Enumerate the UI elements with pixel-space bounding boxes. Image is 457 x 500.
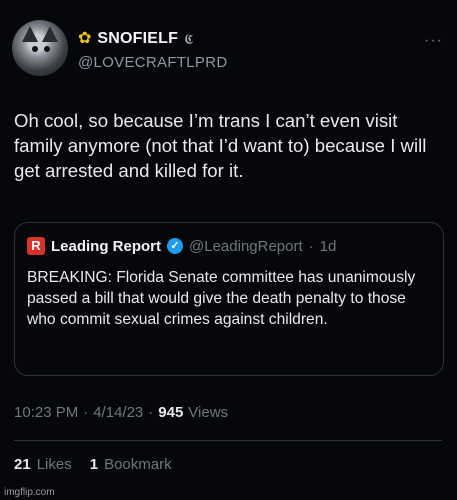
- views-count: 945: [158, 404, 184, 421]
- leading-report-logo-icon: R: [27, 237, 45, 255]
- tweet-text: Oh cool, so because I’m trans I can’t ev…: [14, 110, 427, 181]
- author-name-row: ✿ SNOFIELF 𝕮: [78, 30, 193, 48]
- divider: [14, 440, 442, 441]
- meta-separator: ·: [148, 404, 154, 421]
- tweet-stats: 21 Likes 1 Bookmark: [14, 456, 172, 473]
- avatar-eye-right: [44, 46, 50, 52]
- tweet-time[interactable]: 10:23 PM: [14, 404, 78, 421]
- tweet-header: ✿ SNOFIELF 𝕮 @LOVECRAFTLPRD ···: [12, 20, 445, 82]
- likes-label[interactable]: Likes: [37, 456, 72, 473]
- quoted-tweet-header: R Leading Report ✓ @LeadingReport · 1d: [27, 237, 336, 255]
- avatar-ear-left: [22, 26, 38, 42]
- sunflower-icon: ✿: [78, 30, 92, 47]
- quoted-separator: ·: [308, 237, 314, 255]
- likes-count[interactable]: 21: [14, 456, 31, 473]
- tweet-meta: 10:23 PM · 4/14/23 · 945 Views: [14, 404, 228, 421]
- name-glyph: 𝕮: [184, 30, 194, 47]
- quoted-tweet-text: BREAKING: Florida Senate committee has u…: [27, 269, 416, 328]
- quoted-tweet[interactable]: R Leading Report ✓ @LeadingReport · 1d B…: [14, 222, 444, 376]
- views-label: Views: [188, 404, 229, 421]
- avatar[interactable]: [12, 20, 68, 76]
- quoted-author-handle[interactable]: @LeadingReport: [189, 238, 303, 255]
- bookmarks-count[interactable]: 1: [90, 456, 98, 473]
- tweet-card: ✿ SNOFIELF 𝕮 @LOVECRAFTLPRD ··· Oh cool,…: [0, 0, 457, 500]
- tweet-date[interactable]: 4/14/23: [93, 404, 143, 421]
- more-options-icon[interactable]: ···: [424, 32, 443, 50]
- avatar-ear-right: [42, 26, 58, 42]
- author-handle[interactable]: @LOVECRAFTLPRD: [78, 54, 227, 71]
- verified-badge-icon: ✓: [167, 238, 184, 254]
- author-display-name[interactable]: SNOFIELF: [97, 30, 178, 48]
- quoted-timestamp[interactable]: 1d: [320, 238, 337, 255]
- watermark: imgflip.com: [4, 487, 55, 498]
- bookmarks-label[interactable]: Bookmark: [104, 456, 172, 473]
- avatar-eye-left: [32, 46, 38, 52]
- meta-separator: ·: [83, 404, 89, 421]
- quoted-author-name[interactable]: Leading Report: [51, 238, 161, 255]
